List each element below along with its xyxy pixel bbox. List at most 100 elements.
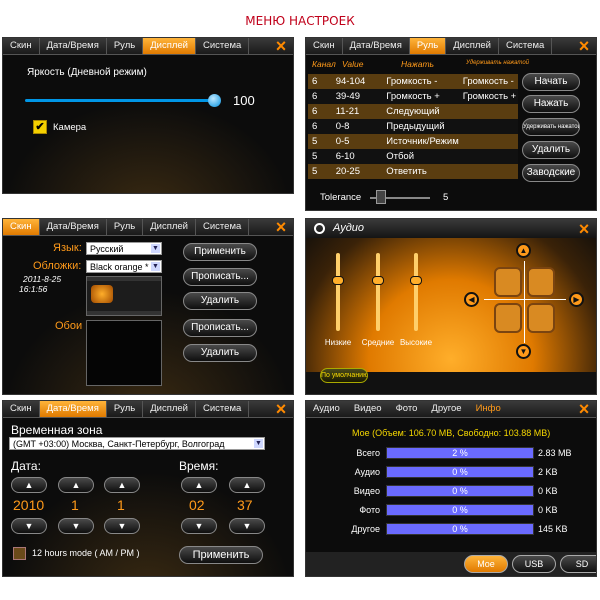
- table-row[interactable]: 6 94-104 Громкость - Громкость -: [308, 74, 518, 89]
- storage-percent: 0 %: [452, 486, 468, 496]
- tab-audio[interactable]: Аудио: [306, 401, 347, 417]
- table-cell: Громкость -: [382, 74, 459, 89]
- year-down-button[interactable]: ▼: [11, 518, 47, 534]
- minute-down-button[interactable]: ▼: [229, 518, 265, 534]
- fader-up-icon[interactable]: ▲: [516, 243, 531, 258]
- chevron-down-icon: ▼: [151, 244, 160, 253]
- tab-display[interactable]: Дисплей: [446, 38, 499, 54]
- tab-datetime[interactable]: Дата/Время: [40, 38, 107, 54]
- balance-right-icon[interactable]: ▶: [569, 292, 584, 307]
- tab-display[interactable]: Дисплей: [143, 38, 196, 54]
- tab-wheel[interactable]: Руль: [409, 38, 447, 54]
- timezone-select[interactable]: (GMT +03:00) Москва, Санкт-Петербург, Во…: [9, 437, 265, 450]
- eq-slider-2[interactable]: [414, 253, 418, 331]
- tab-wheel[interactable]: Руль: [107, 38, 144, 54]
- brightness-slider-handle[interactable]: [208, 94, 221, 107]
- tab-system[interactable]: Система: [499, 38, 553, 54]
- tab-skin[interactable]: Скин: [3, 219, 40, 235]
- table-cell: 5: [308, 134, 332, 149]
- hold-button[interactable]: Удерживать нажатой: [522, 118, 580, 136]
- tab-display[interactable]: Дисплей: [143, 401, 196, 417]
- balance-left-icon[interactable]: ◀: [464, 292, 479, 307]
- apply-skin-button[interactable]: Применить: [183, 243, 257, 261]
- table-cell: 6: [308, 74, 332, 89]
- hour-up-button[interactable]: ▲: [181, 477, 217, 493]
- close-icon[interactable]: ×: [576, 38, 592, 55]
- close-icon[interactable]: ×: [273, 219, 289, 236]
- press-button[interactable]: Нажать: [522, 95, 580, 113]
- audio-settings-panel: Аудио × Низкие Средние Высокие ▲ ▼ ◀ ▶ По …: [305, 218, 597, 395]
- table-cell: 6: [308, 119, 332, 134]
- default-button[interactable]: По умолчанию: [320, 368, 368, 383]
- table-row[interactable]: 6 39-49 Громкость + Громкость +: [308, 89, 518, 104]
- tab-photo[interactable]: Фото: [389, 401, 425, 417]
- tab-wheel[interactable]: Руль: [107, 401, 144, 417]
- tab-system[interactable]: Система: [196, 38, 250, 54]
- day-down-button[interactable]: ▼: [104, 518, 140, 534]
- register-skin-button[interactable]: Прописать...: [183, 268, 257, 286]
- tab-video[interactable]: Видео: [347, 401, 389, 417]
- storage-tab-sd[interactable]: SD: [560, 555, 596, 573]
- brightness-label: Яркость (Дневной режим): [27, 67, 147, 78]
- tab-datetime[interactable]: Дата/Время: [343, 38, 410, 54]
- tab-system[interactable]: Система: [196, 401, 250, 417]
- hour-value: 02: [189, 497, 205, 513]
- delete-button[interactable]: Удалить: [522, 141, 580, 159]
- skin-settings-panel: Скин Дата/Время Руль Дисплей Система × Я…: [2, 218, 294, 395]
- column-header-press: Нажать: [401, 59, 434, 69]
- storage-tab-usb[interactable]: USB: [512, 555, 556, 573]
- hour-down-button[interactable]: ▼: [181, 518, 217, 534]
- tab-datetime[interactable]: Дата/Время: [40, 219, 107, 235]
- current-time: 16:1:56: [19, 284, 48, 294]
- minute-up-button[interactable]: ▲: [229, 477, 265, 493]
- table-row[interactable]: 5 20-25 Ответить: [308, 164, 518, 179]
- register-wallpaper-button[interactable]: Прописать...: [183, 319, 257, 337]
- twelve-hours-checkbox[interactable]: [13, 547, 26, 560]
- start-button[interactable]: Начать: [522, 73, 580, 91]
- close-icon[interactable]: ×: [273, 401, 289, 418]
- eq-slider-handle[interactable]: [332, 276, 344, 286]
- table-cell: Ответить: [382, 164, 459, 179]
- table-cell: 20-25: [331, 164, 383, 179]
- day-up-button[interactable]: ▲: [104, 477, 140, 493]
- skin-select[interactable]: Black orange * ▼: [86, 260, 162, 273]
- tab-display[interactable]: Дисплей: [143, 219, 196, 235]
- eq-slider-label: Высокие: [399, 338, 433, 347]
- tab-system[interactable]: Система: [196, 219, 250, 235]
- table-cell: Предыдущий: [382, 119, 459, 134]
- storage-tab-mine[interactable]: Мое: [464, 555, 508, 573]
- camera-checkbox[interactable]: ✔: [33, 120, 47, 134]
- table-row[interactable]: 6 0-8 Предыдущий: [308, 119, 518, 134]
- close-icon[interactable]: ×: [576, 401, 592, 418]
- language-select[interactable]: Русский ▼: [86, 242, 162, 255]
- table-row[interactable]: 5 6-10 Отбой: [308, 149, 518, 164]
- table-row[interactable]: 6 11-21 Следующий: [308, 104, 518, 119]
- brightness-slider[interactable]: [25, 99, 217, 102]
- month-up-button[interactable]: ▲: [58, 477, 94, 493]
- close-icon[interactable]: ×: [273, 38, 289, 55]
- table-cell: 11-21: [331, 104, 383, 119]
- eq-slider-handle[interactable]: [410, 276, 422, 286]
- tab-datetime[interactable]: Дата/Время: [39, 401, 107, 417]
- close-icon[interactable]: ×: [576, 220, 592, 238]
- storage-row-label: Видео: [353, 486, 380, 496]
- delete-skin-button[interactable]: Удалить: [183, 292, 257, 310]
- tab-skin[interactable]: Скин: [3, 401, 40, 417]
- fader-down-icon[interactable]: ▼: [516, 344, 531, 359]
- factory-reset-button[interactable]: Заводские: [522, 164, 580, 182]
- tolerance-slider-handle[interactable]: [376, 190, 386, 204]
- eq-slider-handle[interactable]: [372, 276, 384, 286]
- tab-skin[interactable]: Скин: [306, 38, 343, 54]
- apply-datetime-button[interactable]: Применить: [179, 546, 263, 564]
- table-row[interactable]: 5 0-5 Источник/Режим: [308, 134, 518, 149]
- tab-wheel[interactable]: Руль: [107, 219, 144, 235]
- delete-wallpaper-button[interactable]: Удалить: [183, 344, 257, 362]
- year-up-button[interactable]: ▲: [11, 477, 47, 493]
- tab-other[interactable]: Другое: [424, 401, 468, 417]
- tab-info[interactable]: Инфо: [469, 401, 508, 417]
- wheel-settings-panel: Скин Дата/Время Руль Дисплей Система × К…: [305, 37, 597, 211]
- month-down-button[interactable]: ▼: [58, 518, 94, 534]
- eq-slider-1[interactable]: [376, 253, 380, 331]
- tab-skin[interactable]: Скин: [3, 38, 40, 54]
- eq-slider-0[interactable]: [336, 253, 340, 331]
